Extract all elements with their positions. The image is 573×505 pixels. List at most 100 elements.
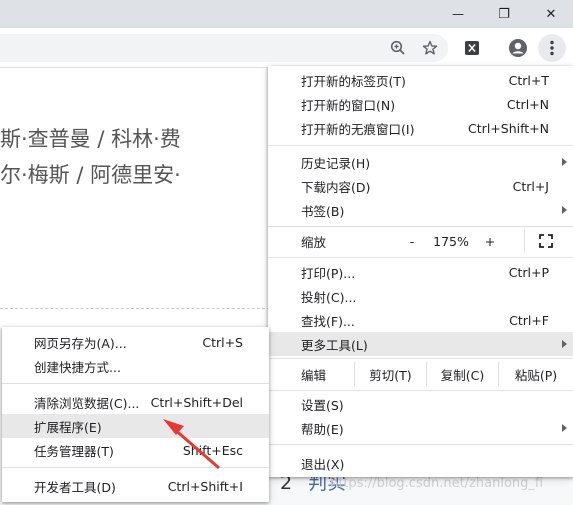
minimize-icon: — [452,7,464,21]
divider [0,308,270,309]
menu-separator [2,383,269,384]
menu-item-label: 创建快捷方式... [34,359,121,375]
menu-item-label: 清除浏览数据(C)... [34,395,140,411]
menu-item-label: 下载内容(D) [301,179,371,195]
author-line-1: 斯·查普曼 / 科林·费 [0,127,181,151]
menu-item-shortcut: Ctrl+Shift+N [468,120,549,136]
menu-item-print[interactable]: 打印(P)... Ctrl+P [268,260,573,284]
menu-item-history[interactable]: 历史记录(H) [268,150,573,174]
zoom-out-label: - [409,233,415,249]
star-icon[interactable] [416,34,444,62]
menu-item-label: 查找(F)... [301,313,355,329]
paste-label: 粘贴(P) [514,367,558,383]
zoom-level: 175% [428,229,474,253]
fullscreen-button[interactable] [524,229,566,253]
close-icon: ✕ [545,6,557,22]
menu-item-label: 编辑 [301,367,327,383]
cut-button[interactable]: 剪切(T) [354,362,426,386]
menu-item-find[interactable]: 查找(F)... Ctrl+F [268,308,573,332]
title-bar: — ❐ ✕ [0,0,573,28]
menu-item-zoom: 缩放 - 175% + [268,229,573,253]
menu-item-label: 扩展程序(E) [34,419,102,435]
menu-item-shortcut: Ctrl+N [506,96,549,112]
more-tools-submenu: 网页另存为(A)... Ctrl+S 创建快捷方式... 清除浏览数据(C)..… [2,327,269,502]
address-bar[interactable] [0,34,448,62]
paste-button[interactable]: 粘贴(P) [498,362,573,386]
menu-item-shortcut: Ctrl+J [512,178,549,194]
article-card: 斯·查普曼 / 科林·费 尔·梅斯 / 阿德里安· [0,68,265,328]
menu-item-label: 投射(C)... [301,289,357,305]
menu-item-label: 打开新的窗口(N) [301,97,396,113]
menu-item-new-incognito[interactable]: 打开新的无痕窗口(I) Ctrl+Shift+N [268,116,573,140]
menu-item-edit: 编辑 剪切(T) 复制(C) 粘贴(P) [268,362,573,386]
menu-item-shortcut: Ctrl+P [508,264,549,280]
submenu-item-extensions[interactable]: 扩展程序(E) [2,414,269,438]
menu-item-label: 退出(X) [301,456,345,472]
zoom-value: 175% [433,233,469,249]
menu-item-label: 打开新的无痕窗口(I) [301,121,415,137]
minimize-button[interactable]: — [436,0,480,28]
profile-icon[interactable] [504,34,532,62]
chevron-right-icon [562,340,567,348]
chevron-right-icon [562,206,567,214]
zoom-icon[interactable] [384,34,412,62]
author-line-2: 尔·梅斯 / 阿德里安· [0,163,181,187]
menu-item-label: 更多工具(L) [301,337,368,353]
menu-item-settings[interactable]: 设置(S) [268,392,573,416]
chrome-main-menu: 打开新的标签页(T) Ctrl+T 打开新的窗口(N) Ctrl+N 打开新的无… [268,66,573,477]
zoom-out-button[interactable]: - [392,229,432,253]
chevron-right-icon [562,424,567,432]
menu-item-label: 网页另存为(A)... [34,335,127,351]
menu-item-bookmarks[interactable]: 书签(B) [268,198,573,222]
menu-item-new-window[interactable]: 打开新的窗口(N) Ctrl+N [268,92,573,116]
cut-label: 剪切(T) [369,367,412,383]
chevron-right-icon [562,158,567,166]
menu-item-exit[interactable]: 退出(X) [268,451,573,475]
submenu-item-dev-tools[interactable]: 开发者工具(D) Ctrl+Shift+I [2,474,269,498]
menu-item-shortcut: Ctrl+T [508,72,549,88]
menu-item-downloads[interactable]: 下载内容(D) Ctrl+J [268,174,573,198]
menu-item-label: 开发者工具(D) [34,479,116,495]
menu-item-help[interactable]: 帮助(E) [268,416,573,440]
submenu-item-create-shortcut[interactable]: 创建快捷方式... [2,354,269,378]
menu-item-more-tools[interactable]: 更多工具(L) [268,332,573,356]
menu-item-label: 缩放 [301,234,327,250]
watermark: https://blog.csdn.net/zhanlong_fi [330,476,544,491]
menu-item-new-tab[interactable]: 打开新的标签页(T) Ctrl+T [268,68,573,92]
menu-item-shortcut: Shift+Esc [182,442,243,458]
copy-label: 复制(C) [440,367,485,383]
menu-item-label: 打开新的标签页(T) [301,73,406,89]
zoom-in-button[interactable]: + [472,229,508,253]
menu-separator [268,444,573,445]
fullscreen-icon [538,234,553,248]
submenu-item-save-page[interactable]: 网页另存为(A)... Ctrl+S [2,330,269,354]
restore-icon: ❐ [498,6,510,22]
menu-item-shortcut: Ctrl+S [202,334,243,350]
submenu-item-clear-data[interactable]: 清除浏览数据(C)... Ctrl+Shift+Del [2,390,269,414]
submenu-item-task-manager[interactable]: 任务管理器(T) Shift+Esc [2,438,269,462]
zoom-in-label: + [484,233,496,249]
extension-icon[interactable] [458,34,486,62]
menu-item-label: 帮助(E) [301,421,344,437]
menu-item-label: 任务管理器(T) [34,443,114,459]
browser-toolbar [0,28,573,68]
kebab-menu-button[interactable] [538,34,566,62]
menu-separator [268,390,573,391]
menu-separator [268,358,573,359]
close-window-button[interactable]: ✕ [529,0,573,28]
menu-separator [268,145,573,146]
restore-button[interactable]: ❐ [482,0,526,28]
menu-item-shortcut: Ctrl+Shift+Del [150,394,243,410]
menu-item-label: 历史记录(H) [301,155,371,171]
menu-separator [2,467,269,468]
kebab-menu-icon [550,40,554,56]
menu-item-label: 打印(P)... [301,265,356,281]
menu-item-shortcut: Ctrl+F [509,312,549,328]
menu-separator [268,226,573,227]
menu-separator [268,257,573,258]
menu-item-shortcut: Ctrl+Shift+I [167,478,243,494]
copy-button[interactable]: 复制(C) [426,362,498,386]
menu-item-label: 设置(S) [301,397,344,413]
menu-item-label: 书签(B) [301,203,345,219]
menu-item-cast[interactable]: 投射(C)... [268,284,573,308]
